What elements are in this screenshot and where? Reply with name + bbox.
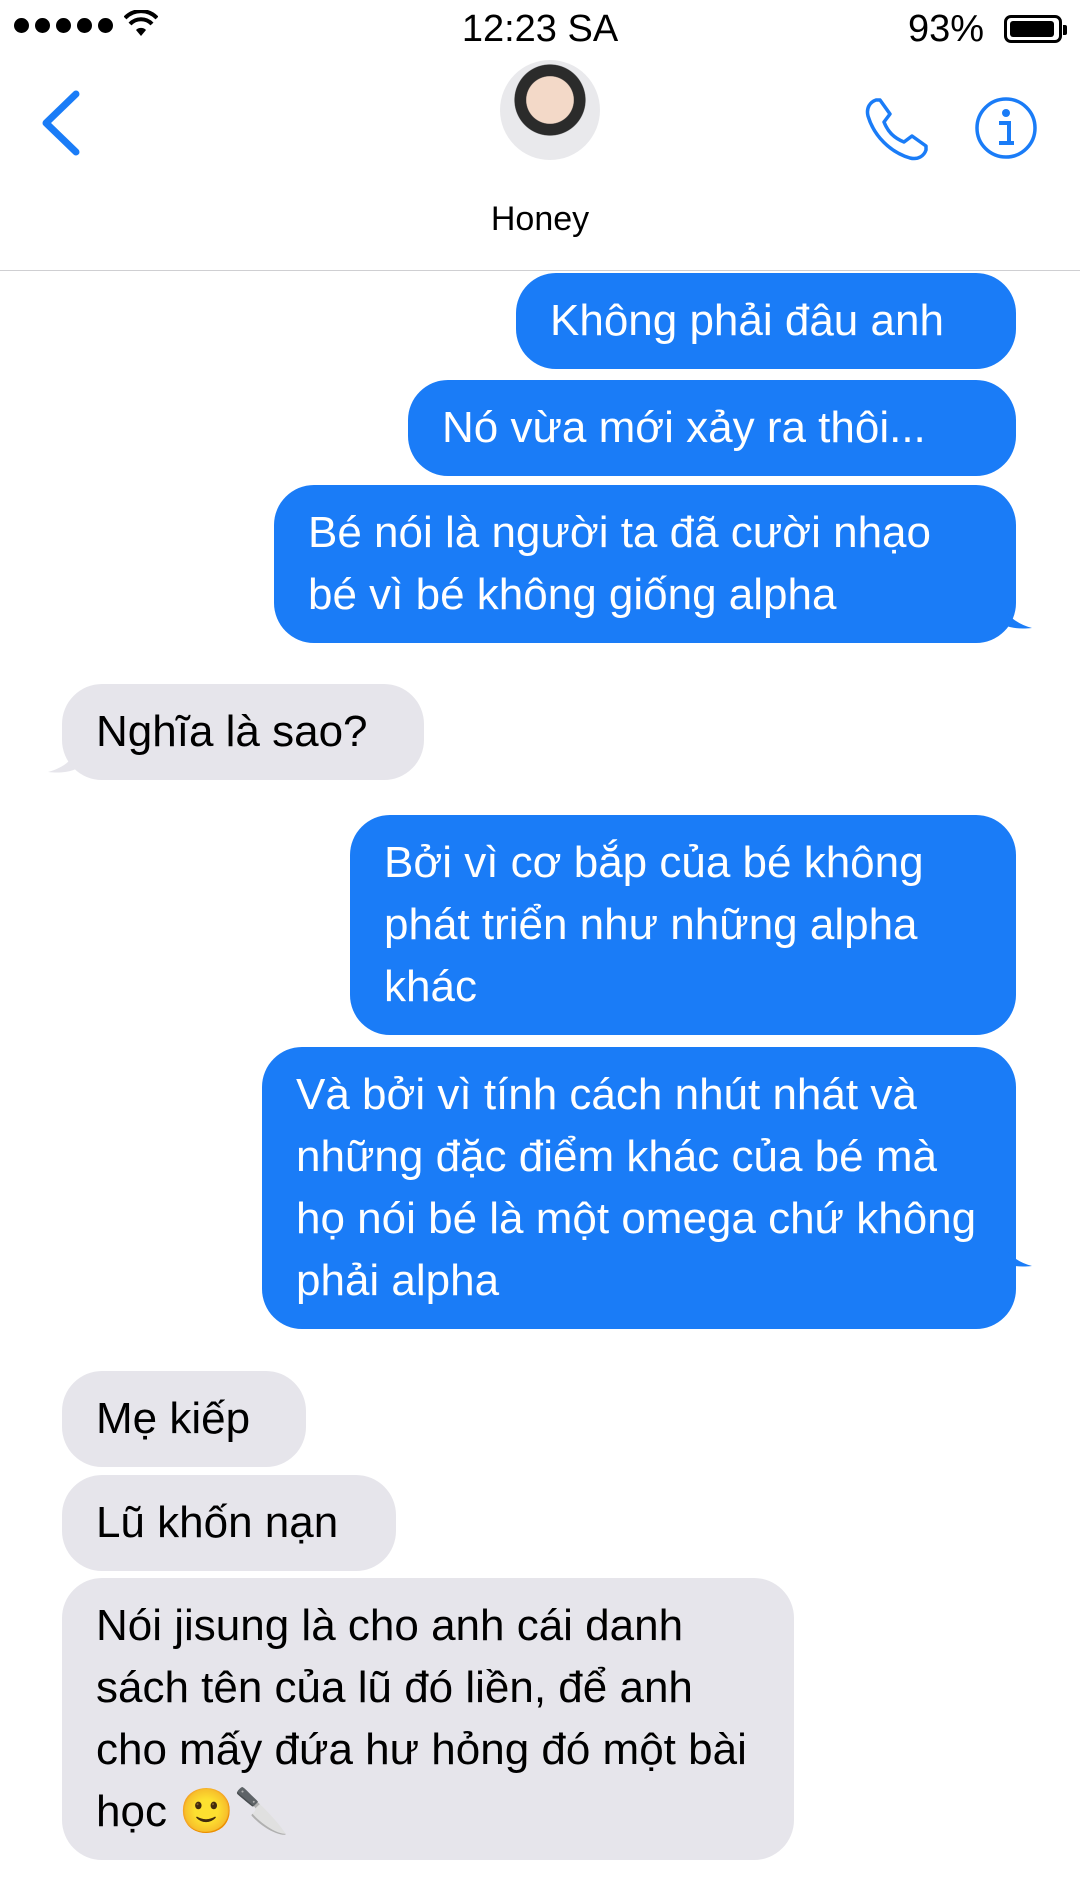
contact-avatar[interactable] <box>500 60 600 160</box>
message-sent[interactable]: Không phải đâu anh <box>516 273 1016 369</box>
message-thread: Không phải đâu anh Nó vừa mới xảy ra thô… <box>0 270 1080 1877</box>
message-received[interactable]: Mẹ kiếp <box>62 1371 306 1467</box>
message-received[interactable]: Nghĩa là sao? <box>62 684 424 780</box>
phone-icon[interactable] <box>862 94 932 164</box>
message-sent[interactable]: Bé nói là người ta đã cười nhạo bé vì bé… <box>274 485 1016 643</box>
conversation-header: Honey <box>0 0 1080 271</box>
bubble-tail <box>998 1228 1032 1267</box>
bubble-tail <box>48 734 82 773</box>
message-received[interactable]: Lũ khốn nạn <box>62 1475 396 1571</box>
message-sent[interactable]: Bởi vì cơ bắp của bé không phát triển nh… <box>350 815 1016 1035</box>
contact-name[interactable]: Honey <box>0 200 1080 239</box>
message-sent[interactable]: Và bởi vì tính cách nhút nhát và những đ… <box>262 1047 1016 1329</box>
info-icon[interactable] <box>974 96 1038 160</box>
chevron-left-icon[interactable] <box>36 88 86 158</box>
bubble-tail <box>998 590 1032 629</box>
message-sent[interactable]: Nó vừa mới xảy ra thôi... <box>408 380 1016 476</box>
message-received[interactable]: Nói jisung là cho anh cái danh sách tên … <box>62 1578 794 1860</box>
